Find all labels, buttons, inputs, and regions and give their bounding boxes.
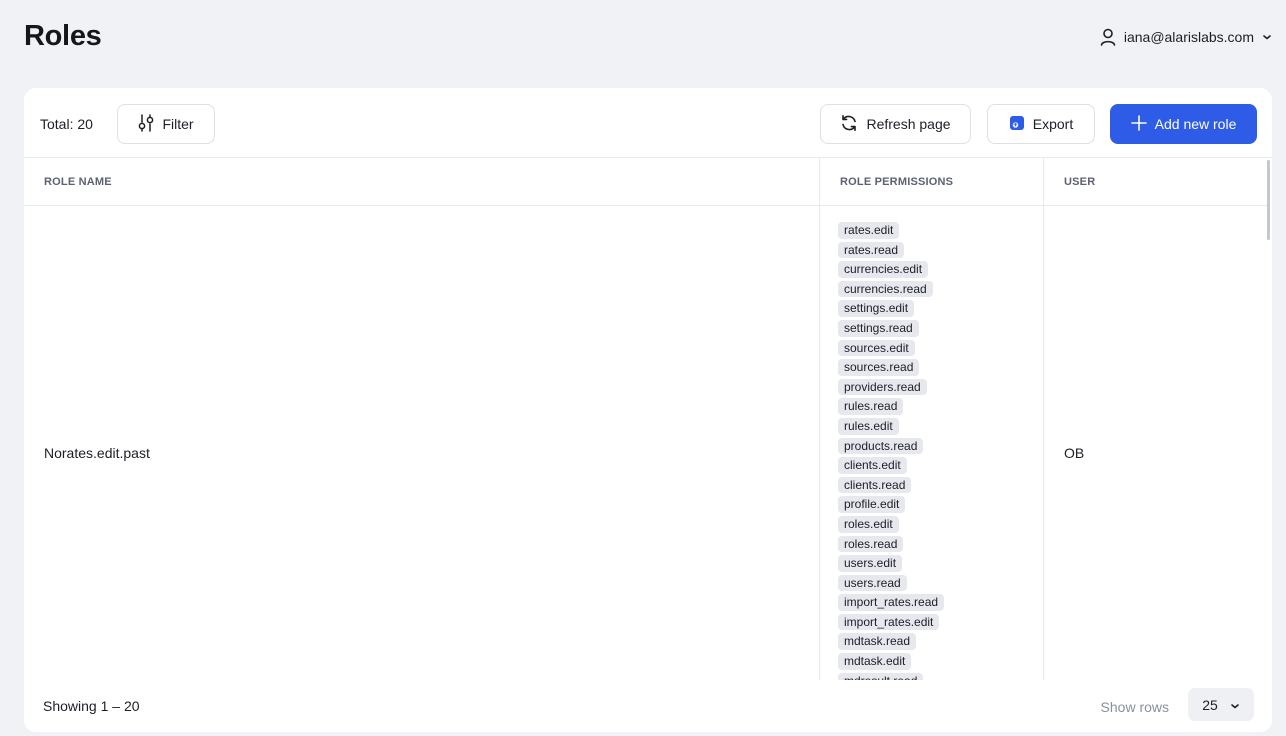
permission-tag: import_rates.edit [838,613,940,631]
role-permissions-cell: rates.edit rates.read currencies.edit curre… [838,219,1038,680]
refresh-label: Refresh page [866,116,951,132]
permission-tag: rates.read [838,241,905,259]
show-rows-label: Show rows [1100,699,1169,715]
permission-tag: users.edit [838,555,903,572]
chevron-down-icon [1262,33,1272,41]
filter-button[interactable]: Filter [117,104,215,144]
table-footer: Showing 1 – 20 Show rows 25 [24,680,1272,732]
permission-tag: mdtask.read [838,633,917,651]
permission-tag: mdresult.read [838,672,924,680]
roles-card: Total: 20 Filter Refresh page Export Add… [24,88,1272,732]
vertical-scrollbar[interactable] [1267,160,1270,240]
showing-range: Showing 1 – 20 [43,698,140,714]
permission-tag: rules.edit [838,417,899,435]
permission-tag: rates.edit [838,222,900,239]
permission-tag: rules.read [838,398,904,415]
add-new-role-button[interactable]: Add new role [1110,104,1257,144]
top-bar: Roles iana@alarislabs.com [0,0,1286,80]
export-label: Export [1032,116,1074,132]
add-new-role-label: Add new role [1154,116,1237,132]
permission-tag: mdtask.edit [838,653,912,670]
permission-tag: currencies.edit [838,261,929,278]
column-header-role-name[interactable]: ROLE NAME [44,158,112,206]
user-icon [1100,28,1116,46]
user-menu[interactable]: iana@alarislabs.com [1100,28,1272,46]
permission-tag: clients.read [838,476,912,494]
permission-tag: sources.edit [838,339,915,357]
rows-per-page-select[interactable]: 25 [1188,688,1254,721]
permission-tag: sources.read [838,359,920,376]
filter-label: Filter [162,116,194,132]
permission-tag: settings.edit [838,300,915,317]
permission-tag: currencies.read [838,280,933,298]
permission-tag: roles.read [838,535,904,553]
permission-tag: clients.edit [838,457,907,474]
chevron-down-icon [1230,697,1240,713]
total-count: Total: 20 [40,116,93,132]
toolbar: Total: 20 Filter Refresh page Export Add… [24,88,1272,158]
refresh-icon [840,114,858,135]
table-body: Norates.edit.past rates.edit rates.read cu… [24,207,1268,680]
user-cell: OB [1064,445,1085,461]
permission-tag: settings.read [838,319,919,337]
column-header-role-permissions[interactable]: ROLE PERMISSIONS [840,158,953,206]
refresh-page-button[interactable]: Refresh page [820,104,971,144]
permission-tag: roles.edit [838,515,899,533]
permission-tag: providers.read [838,378,927,396]
page-title: Roles [24,20,102,52]
filter-icon [138,113,154,135]
plus-icon [1130,114,1147,134]
user-email: iana@alarislabs.com [1123,29,1254,45]
permission-tag: products.read [838,437,924,455]
role-name-cell: Norates.edit.past [44,445,150,461]
column-header-user[interactable]: USER [1064,158,1095,206]
rows-per-page-value: 25 [1202,696,1218,713]
permission-tag: profile.edit [838,496,906,513]
export-button[interactable]: Export [987,104,1095,144]
export-icon [1009,115,1025,134]
table-header: ROLE NAME ROLE PERMISSIONS USER [24,158,1268,206]
permission-tag: import_rates.read [838,594,945,611]
permission-tag: users.read [838,574,907,592]
